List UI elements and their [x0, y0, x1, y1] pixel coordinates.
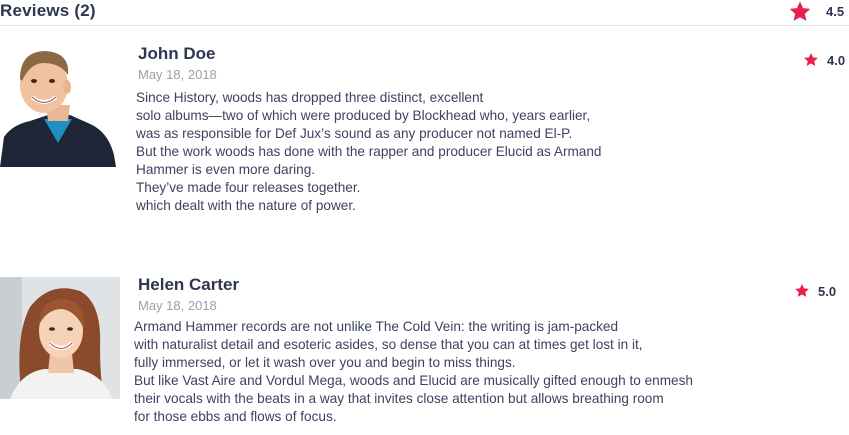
review-date: May 18, 2018: [138, 67, 217, 82]
avatar-john-doe: [0, 45, 118, 167]
star-icon: [795, 284, 809, 297]
reviewer-name: Helen Carter: [138, 275, 240, 294]
review-text: Armand Hammer records are not unlike The…: [134, 318, 693, 426]
rating-value: 4.0: [827, 52, 846, 68]
review-text-line: They’ve made four releases together.: [136, 180, 361, 195]
review-text-line: But like Vast Aire and Vordul Mega, wood…: [134, 373, 693, 388]
overall-rating-value: 4.5: [826, 4, 845, 19]
avatar-helen-carter: [0, 277, 120, 399]
review-text-line: for those ebbs and flows of focus.: [134, 409, 337, 424]
review-text: Since History, woods has dropped three d…: [136, 89, 601, 215]
star-icon: [789, 1, 811, 21]
review-text-line: Since History, woods has dropped three d…: [136, 90, 484, 105]
review-text-line: solo albums—two of which were produced b…: [136, 108, 591, 123]
review-text-line: with naturalist detail and esoteric asid…: [134, 337, 643, 352]
review-text-line: But the work woods has done with the rap…: [136, 144, 602, 159]
review-rating: 4.0: [803, 52, 845, 68]
review-rating: 5.0: [794, 283, 836, 299]
review-text-line: their vocals with the beats in a way tha…: [134, 391, 664, 406]
review-text-line: Armand Hammer records are not unlike The…: [134, 319, 619, 334]
review-text-line: fully immersed, or let it wash over you …: [134, 355, 516, 370]
rating-value: 5.0: [818, 283, 837, 299]
star-icon: [804, 53, 818, 66]
reviewer-name: John Doe: [138, 44, 216, 63]
reviews-header: Reviews (2) 4.5: [0, 0, 849, 26]
review-text-line: was as responsible for Def Jux’s sound a…: [136, 126, 573, 141]
review-text-line: which dealt with the nature of power.: [136, 198, 356, 213]
reviews-title: Reviews (2): [0, 1, 96, 20]
review-date: May 18, 2018: [138, 298, 217, 313]
review-text-line: Hammer is even more daring.: [136, 162, 316, 177]
